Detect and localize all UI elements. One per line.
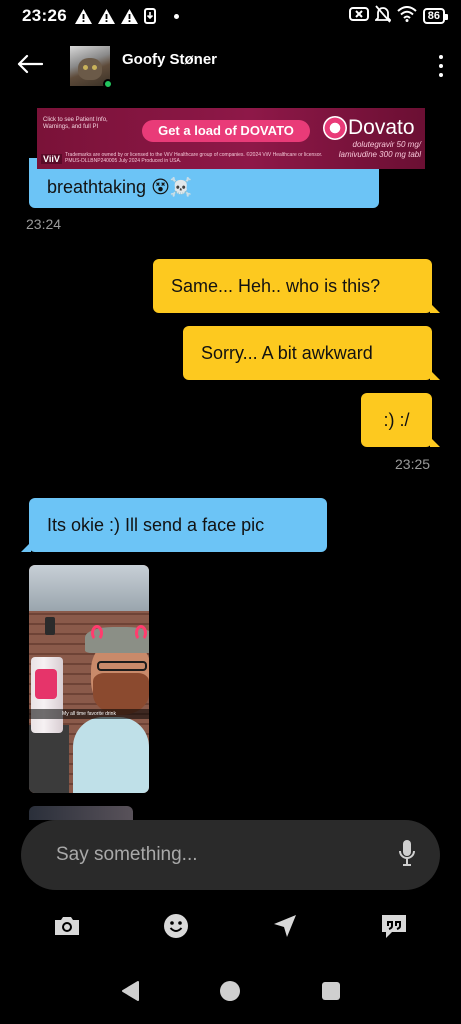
system-icons: 86 [348,4,449,28]
contact-name[interactable]: Goofy Støner [122,51,217,68]
quick-reply-button[interactable] [364,910,424,946]
camera-icon [53,915,81,942]
photo-message[interactable]: My all time favorite drink [29,565,149,793]
more-notifications-dot [173,13,179,19]
wifi-icon [397,5,417,27]
emoji-button[interactable] [146,910,206,946]
circle-home-icon [219,980,241,1007]
more-options-button[interactable] [421,38,461,94]
chat-header: Goofy Støner [0,38,461,94]
nav-home-button[interactable] [208,971,252,1015]
warning-icon [97,8,115,24]
message-list[interactable]: Click to see Patient Info, Warnings, and… [0,108,461,820]
message-composer [21,820,440,890]
system-navigation-bar [0,970,461,1016]
camera-button[interactable] [37,910,97,946]
ad-brand: Dovato [348,116,415,139]
square-recents-icon [321,981,341,1006]
more-vertical-icon [439,55,443,59]
nav-recents-button[interactable] [309,971,353,1015]
drink-can [31,657,63,733]
status-time: 23:26 [22,6,67,25]
smiley-icon [163,913,189,944]
screen-cast-icon [348,6,369,27]
download-notification-icon [143,8,156,24]
message-incoming[interactable]: Its okie :) Ill send a face pic [21,498,327,552]
ad-drug-text: dolutegravir 50 mg/ lamivudine 300 mg ta… [338,140,421,159]
message-outgoing[interactable]: Sorry... A bit awkward [183,326,440,380]
location-arrow-icon [272,913,298,944]
arrow-left-icon [17,54,44,79]
message-outgoing[interactable]: :) :/ [361,393,440,447]
avatar[interactable] [70,46,113,89]
online-status-dot [103,79,113,89]
warning-icon [74,8,92,24]
triangle-back-icon [120,980,140,1007]
quote-chat-icon [380,913,408,944]
photo-message-partial[interactable] [29,806,133,820]
ad-footer: Trademarks are owned by or licensed to t… [65,152,323,164]
viiv-logo: ViiV [41,154,62,164]
nav-back-button[interactable] [108,971,152,1015]
warning-icon [120,8,138,24]
message-text: Same... Heh.. who is this? [171,275,381,296]
message-outgoing[interactable]: Same... Heh.. who is this? [153,259,440,313]
bell-off-icon [373,4,392,28]
message-text: breathtaking 😵☠️ [47,177,193,197]
photo-caption: My all time favorite drink [29,709,149,719]
message-text: :) :/ [383,409,410,430]
chat-toolbar [0,910,461,946]
location-button[interactable] [255,910,315,946]
message-text: Sorry... A bit awkward [201,342,373,363]
battery-icon: 86 [422,8,449,24]
message-timestamp: 23:25 [395,456,431,472]
message-input[interactable] [56,844,398,866]
back-button[interactable] [0,38,60,94]
status-bar: 23:26 86 [0,0,461,32]
message-text: Its okie :) Ill send a face pic [47,514,265,535]
microphone-icon[interactable] [398,839,416,872]
dovato-logo-icon [323,116,347,140]
message-timestamp: 23:24 [26,216,62,232]
ad-banner[interactable]: Click to see Patient Info, Warnings, and… [37,108,425,169]
ad-small-text: Click to see Patient Info, Warnings, and… [43,117,108,130]
ad-cta-button[interactable]: Get a load of DOVATO [142,120,310,142]
notification-icons [74,8,179,24]
